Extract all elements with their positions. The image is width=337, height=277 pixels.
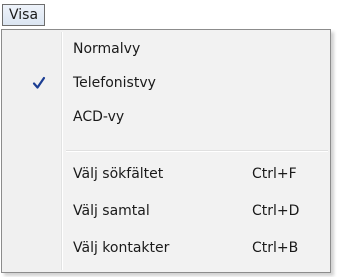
menu-item-label: Välj kontakter: [73, 240, 170, 256]
menu-item-label: Telefonistvy: [73, 75, 156, 91]
menu-item-telefonistvy[interactable]: Telefonistvy: [4, 66, 328, 100]
menu-item-shortcut: Ctrl+F: [252, 166, 297, 182]
checkmark-icon: [28, 72, 50, 94]
menu-item-label: Välj samtal: [73, 203, 150, 219]
menu-item-valj-samtal[interactable]: Välj samtal Ctrl+D: [4, 194, 328, 228]
menu-item-normalvy[interactable]: Normalvy: [4, 32, 328, 66]
menu-bar: Visa: [0, 0, 337, 30]
menu-visa[interactable]: Visa: [2, 4, 46, 26]
menu-item-valj-sokfaltet[interactable]: Välj sökfältet Ctrl+F: [4, 157, 328, 191]
menu-item-label: Normalvy: [73, 41, 141, 57]
menu-item-label: ACD-vy: [73, 109, 125, 125]
screen: Visa Normalvy Telefonistvy ACD-vy Välj s…: [0, 0, 337, 277]
visa-dropdown-menu: Normalvy Telefonistvy ACD-vy Välj sökfäl…: [1, 29, 331, 273]
menu-item-label: Välj sökfältet: [73, 166, 164, 182]
menu-item-shortcut: Ctrl+B: [252, 240, 299, 256]
separator-highlight: [66, 151, 328, 152]
menu-item-shortcut: Ctrl+D: [252, 203, 300, 219]
menu-separator: [66, 150, 328, 152]
menu-item-acd-vy[interactable]: ACD-vy: [4, 100, 328, 134]
menu-item-valj-kontakter[interactable]: Välj kontakter Ctrl+B: [4, 231, 328, 265]
